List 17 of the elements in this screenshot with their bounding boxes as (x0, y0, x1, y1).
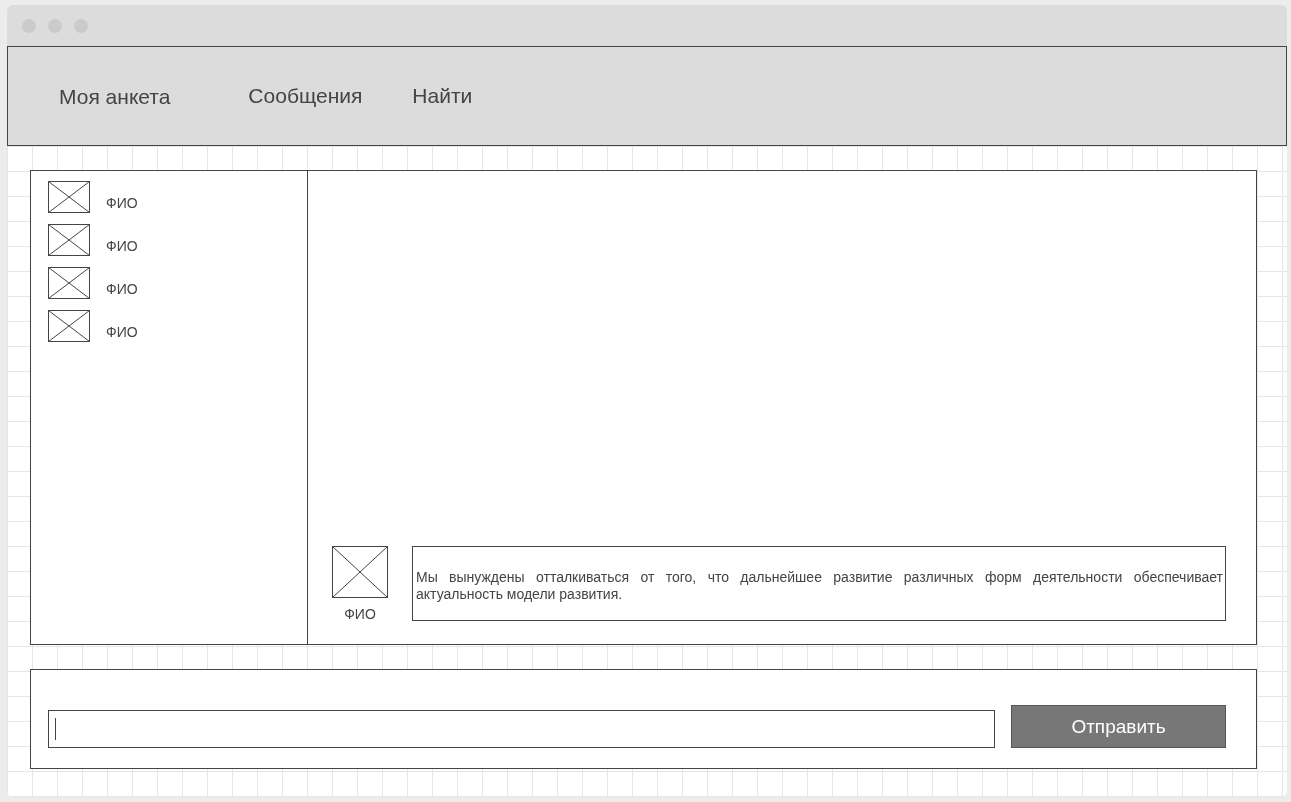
image-placeholder-icon (332, 546, 388, 598)
nav-link[interactable]: Моя анкета (59, 83, 171, 109)
image-placeholder-icon (48, 267, 90, 299)
message-text: Мы вынуждены отталкиваться от того, что дальнейшее развитие различных форм деятельности обеспечивает актуальность модели развития. (416, 569, 1223, 603)
contact-name[interactable]: ФИО (106, 324, 138, 342)
message-input[interactable] (48, 710, 995, 748)
contact-name[interactable]: ФИО (106, 281, 138, 299)
image-placeholder-icon (48, 224, 90, 256)
send-button[interactable]: Отправить (1011, 705, 1226, 748)
nav-link[interactable]: Найти (412, 84, 473, 108)
nav-link[interactable]: Сообщения (248, 84, 363, 108)
contact-name[interactable]: ФИО (106, 238, 138, 256)
contact-name[interactable]: ФИО (106, 195, 138, 213)
image-placeholder-icon (48, 310, 90, 342)
image-placeholder-icon (48, 181, 90, 213)
author-name: ФИО (344, 606, 376, 622)
text-cursor (55, 718, 56, 740)
